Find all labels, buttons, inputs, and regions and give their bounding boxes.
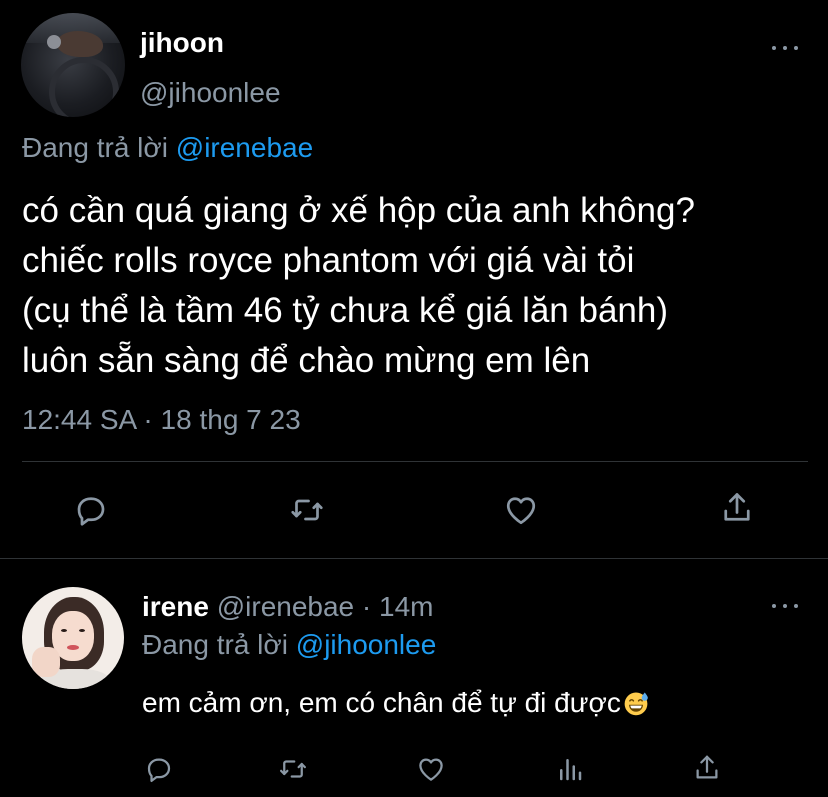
retweet-icon (280, 760, 306, 778)
share-icon (724, 493, 750, 521)
mention-link[interactable]: @jihoonlee (296, 629, 437, 660)
reply-header: irene @irenebae · 14m (142, 590, 433, 624)
tweet-text-line: luôn sẵn sàng để chào mừng em lên (22, 341, 591, 380)
like-icon (419, 758, 443, 781)
analytics-button[interactable] (553, 752, 587, 786)
retweet-button[interactable] (275, 752, 311, 786)
replying-to-label: Đang trả lời (142, 629, 288, 660)
like-button[interactable] (500, 490, 542, 530)
tweet-text: có cần quá giang ở xế hộp của anh không?… (22, 186, 822, 386)
reply-button[interactable] (71, 490, 111, 530)
more-options-icon[interactable] (772, 38, 798, 58)
like-icon (506, 497, 536, 525)
avatar[interactable] (22, 587, 124, 689)
tweet-timestamp[interactable]: 12:44 SA · 18 thg 7 23 (22, 403, 301, 437)
tweet-text-line: chiếc rolls royce phantom với giá vài tỏ… (22, 241, 635, 280)
retweet-icon (291, 499, 323, 521)
display-name[interactable]: jihoon (140, 26, 224, 60)
grinning-face-with-sweat-emoji (624, 692, 648, 716)
analytics-icon (560, 759, 582, 781)
tweet-text-line: (cụ thể là tầm 46 tỷ chưa kể giá lăn bán… (22, 291, 669, 330)
mention-link[interactable]: @irenebae (176, 132, 313, 163)
avatar[interactable] (21, 13, 125, 117)
divider (22, 461, 808, 462)
more-options-icon[interactable] (772, 596, 798, 616)
reply-icon (77, 497, 105, 526)
replying-to-label: Đang trả lời (22, 132, 168, 163)
reply-button[interactable] (142, 752, 176, 786)
reply-icon (147, 758, 171, 782)
share-button[interactable] (690, 751, 724, 785)
reply-text: em cảm ơn, em có chân để tự đi được (142, 686, 650, 720)
share-icon (696, 755, 718, 779)
display-name[interactable]: irene (142, 591, 209, 622)
main-tweet: jihoon @jihoonlee Đang trả lời @irenebae… (0, 0, 828, 558)
steering-wheel-graphic (49, 57, 119, 117)
handle-and-time[interactable]: @irenebae · 14m (217, 591, 434, 622)
replying-to: Đang trả lời @jihoonlee (142, 628, 436, 662)
retweet-button[interactable] (286, 490, 328, 530)
like-button[interactable] (413, 752, 449, 786)
replying-to: Đang trả lời @irenebae (22, 131, 313, 165)
reply-text-content: em cảm ơn, em có chân để tự đi được (142, 687, 621, 718)
tweet-text-line: có cần quá giang ở xế hộp của anh không? (22, 191, 695, 230)
user-handle[interactable]: @jihoonlee (140, 76, 281, 110)
share-button[interactable] (717, 488, 757, 528)
